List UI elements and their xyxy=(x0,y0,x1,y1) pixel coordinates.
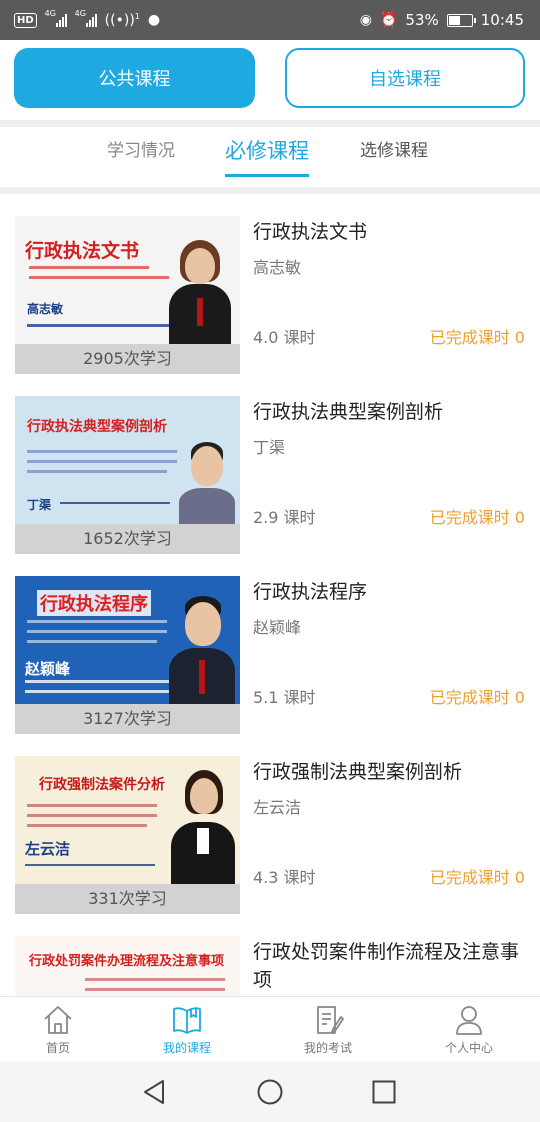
recent-square-icon[interactable] xyxy=(370,1078,398,1106)
course-title[interactable]: 行政执法典型案例剖析 xyxy=(253,398,533,426)
custom-courses-button[interactable]: 自选课程 xyxy=(285,48,525,108)
battery-icon xyxy=(446,13,476,27)
hotspot-count: 1 xyxy=(134,11,140,21)
course-item[interactable]: 行政执法典型案例剖析 丁渠 1652次学习 行政执法典型案例剖析 丁渠 2.9 … xyxy=(0,374,540,554)
signal-icon: 4G xyxy=(44,9,67,27)
course-banner: 行政执法文书 高志敏 xyxy=(15,216,240,344)
lecturer-photo xyxy=(165,234,235,344)
banner-lecturer-name: 左云洁 xyxy=(25,840,71,858)
course-hours: 2.9 课时 xyxy=(253,508,316,527)
course-author: 丁渠 xyxy=(253,438,286,457)
course-banner: 行政执法典型案例剖析 丁渠 xyxy=(15,396,240,524)
nav-my-exams-label: 我的考试 xyxy=(303,1041,352,1055)
status-bar: HD 4G 4G ((•))1 ● ◉ ⏰ 53% 10:45 xyxy=(0,0,540,40)
tab-required-label: 必修课程 xyxy=(225,139,309,163)
nav-my-courses-label: 我的课程 xyxy=(162,1041,211,1055)
banner-lecturer-name: 丁渠 xyxy=(27,498,52,512)
lecturer-photo xyxy=(169,768,237,884)
nav-home[interactable]: 首页 xyxy=(3,1003,113,1056)
course-title[interactable]: 行政强制法典型案例剖析 xyxy=(253,758,533,786)
lecturer-photo xyxy=(167,592,237,704)
nav-profile-label: 个人中心 xyxy=(444,1041,493,1055)
course-item[interactable]: 行政强制法案件分析 左云洁 331次学习 行政强制法典型案例剖析 左云洁 4.3… xyxy=(0,734,540,914)
completed-hours: 已完成课时 0 xyxy=(429,868,525,887)
status-left: HD 4G 4G ((•))1 ● xyxy=(14,9,161,29)
course-thumbnail[interactable]: 行政执法文书 高志敏 2905次学习 xyxy=(15,216,240,374)
study-count: 1652次学习 xyxy=(15,524,240,554)
hotspot-icon: ((•))1 xyxy=(104,11,140,29)
home-circle-icon[interactable] xyxy=(256,1078,284,1106)
lecturer-photo xyxy=(23,972,79,996)
course-thumbnail[interactable]: 行政强制法案件分析 左云洁 331次学习 xyxy=(15,756,240,914)
nav-my-courses[interactable]: 我的课程 xyxy=(132,1003,242,1056)
nav-my-exams[interactable]: 我的考试 xyxy=(273,1003,383,1056)
tab-elective-courses[interactable]: 选修课程 xyxy=(360,137,428,177)
study-count: 331次学习 xyxy=(15,884,240,914)
banner-heading: 行政强制法案件分析 xyxy=(39,777,165,793)
nav-profile[interactable]: 个人中心 xyxy=(414,1003,524,1056)
network-label: 4G xyxy=(44,9,56,18)
banner-heading: 行政执法程序 xyxy=(37,590,151,616)
completed-hours: 已完成课时 0 xyxy=(429,688,525,707)
back-triangle-icon[interactable] xyxy=(141,1078,169,1106)
study-count: 3127次学习 xyxy=(15,704,240,734)
eye-icon: ◉ xyxy=(359,12,372,28)
banner-heading: 行政处罚案件办理流程及注意事项 xyxy=(29,954,225,969)
course-title[interactable]: 行政执法程序 xyxy=(253,578,533,606)
sub-tabs: 学习情况 必修课程 选修课程 xyxy=(0,127,540,187)
completed-hours: 已完成课时 0 xyxy=(429,328,525,347)
network-label-2: 4G xyxy=(74,9,86,18)
divider xyxy=(0,120,540,127)
user-icon xyxy=(456,1006,482,1035)
course-author: 高志敏 xyxy=(253,258,302,277)
course-title[interactable]: 行政执法文书 xyxy=(253,218,533,246)
course-author: 赵颖峰 xyxy=(253,618,302,637)
lecturer-photo xyxy=(177,436,237,524)
banner-lecturer-name: 高志敏 xyxy=(27,302,64,316)
course-thumbnail[interactable]: 行政执法程序 赵颖峰 3127次学习 xyxy=(15,576,240,734)
system-nav-bar xyxy=(0,1062,540,1122)
signal-icon-2: 4G xyxy=(74,9,97,27)
course-author: 左云洁 xyxy=(253,798,302,817)
home-icon xyxy=(44,1006,72,1034)
course-thumbnail[interactable]: 行政处罚案件办理流程及注意事项 xyxy=(15,936,240,996)
course-type-toggle: 公共课程 自选课程 xyxy=(0,40,540,120)
banner-heading: 行政执法典型案例剖析 xyxy=(27,419,167,435)
study-count: 2905次学习 xyxy=(15,344,240,374)
chat-bubble-icon: ● xyxy=(147,12,161,28)
banner-heading: 行政执法文书 xyxy=(25,240,140,262)
battery-fill xyxy=(448,15,461,25)
battery-percent: 53% xyxy=(405,11,439,29)
active-tab-indicator xyxy=(225,174,309,177)
hd-icon: HD xyxy=(14,12,37,28)
course-hours: 4.0 课时 xyxy=(253,328,316,347)
course-banner: 行政执法程序 赵颖峰 xyxy=(15,576,240,704)
alarm-icon: ⏰ xyxy=(379,12,398,28)
course-hours: 5.1 课时 xyxy=(253,688,316,707)
course-list[interactable]: 行政执法文书 高志敏 2905次学习 行政执法文书 高志敏 4.0 课时 已完成… xyxy=(0,194,540,996)
divider xyxy=(0,187,540,194)
clock: 10:45 xyxy=(480,11,524,29)
banner-lecturer-name: 赵颖峰 xyxy=(25,660,71,678)
tab-study-status[interactable]: 学习情况 xyxy=(107,137,175,177)
status-right: ◉ ⏰ 53% 10:45 xyxy=(360,11,524,29)
course-item[interactable]: 行政执法程序 赵颖峰 3127次学习 行政执法程序 赵颖峰 5.1 课时 已完成… xyxy=(0,554,540,734)
exam-icon xyxy=(317,1006,344,1034)
tab-required-courses[interactable]: 必修课程 xyxy=(225,137,309,177)
course-title[interactable]: 行政处罚案件制作流程及注意事项 xyxy=(253,938,533,994)
course-banner: 行政强制法案件分析 左云洁 xyxy=(15,756,240,884)
public-courses-button[interactable]: 公共课程 xyxy=(14,48,255,108)
book-icon xyxy=(173,1007,201,1034)
course-banner: 行政处罚案件办理流程及注意事项 xyxy=(15,936,240,996)
course-item[interactable]: 行政执法文书 高志敏 2905次学习 行政执法文书 高志敏 4.0 课时 已完成… xyxy=(0,194,540,374)
nav-home-label: 首页 xyxy=(45,1041,70,1055)
bottom-nav: 首页 我的课程 我的考试 个人中心 xyxy=(0,996,540,1062)
completed-hours: 已完成课时 0 xyxy=(429,508,525,527)
course-thumbnail[interactable]: 行政执法典型案例剖析 丁渠 1652次学习 xyxy=(15,396,240,554)
course-item[interactable]: 行政处罚案件办理流程及注意事项 行政处罚案件制作流程及注意事项 xyxy=(0,914,540,996)
course-hours: 4.3 课时 xyxy=(253,868,316,887)
